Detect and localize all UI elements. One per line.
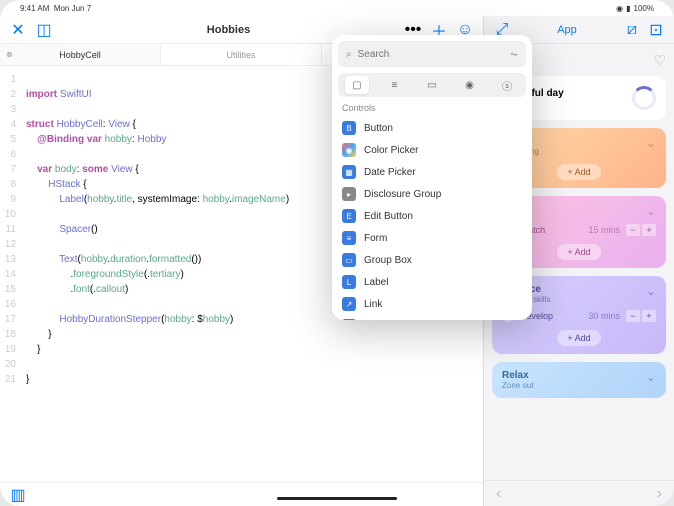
wifi-icon: ◉ bbox=[616, 4, 623, 13]
control-icon: E bbox=[342, 209, 356, 223]
settings-icon[interactable]: ⊡ bbox=[648, 22, 664, 38]
control-icon: ↗ bbox=[342, 297, 356, 311]
heart-icon[interactable]: ♡ bbox=[653, 52, 666, 68]
library-list: BButton◉Color Picker▦Date Picker▸Disclos… bbox=[332, 117, 532, 320]
home-indicator[interactable] bbox=[277, 497, 397, 500]
library-search[interactable]: ⌕ ⏦ bbox=[338, 41, 526, 67]
preview-title: App bbox=[557, 24, 577, 36]
status-bar: 9:41 AM Mon Jun 7 ◉ ▮ 100% bbox=[0, 0, 674, 16]
mic-icon[interactable]: ⏦ bbox=[510, 49, 518, 60]
add-button[interactable]: + Add bbox=[557, 164, 600, 180]
symbols-tab-icon[interactable]: ◉ bbox=[458, 76, 482, 94]
search-input[interactable] bbox=[358, 49, 504, 60]
control-icon: B bbox=[342, 121, 356, 135]
library-item[interactable]: ▭Group Box bbox=[332, 249, 532, 271]
library-section-label: Controls bbox=[332, 103, 532, 117]
document-title: Hobbies bbox=[62, 24, 395, 36]
chevron-down-icon[interactable]: ⌄ bbox=[646, 204, 656, 218]
library-item[interactable]: ▦Date Picker bbox=[332, 161, 532, 183]
add-button[interactable]: + Add bbox=[557, 244, 600, 260]
control-icon: ▦ bbox=[342, 165, 356, 179]
editor-bottom-bar: ▥ bbox=[0, 482, 483, 506]
duration-stepper[interactable]: −+ bbox=[626, 310, 656, 322]
duration-stepper[interactable]: −+ bbox=[626, 224, 656, 236]
sidebar-toggle-icon[interactable]: ◫ bbox=[36, 22, 52, 38]
library-item[interactable]: BButton bbox=[332, 117, 532, 139]
chevron-down-icon[interactable]: ⌄ bbox=[646, 284, 656, 298]
next-icon[interactable]: › bbox=[657, 485, 662, 503]
line-gutter: 123456789101112131415161718192021 bbox=[0, 66, 22, 482]
library-item[interactable]: ≡Form bbox=[332, 227, 532, 249]
console-icon[interactable]: ▥ bbox=[10, 487, 26, 503]
library-item[interactable]: LLabel bbox=[332, 271, 532, 293]
chevron-down-icon[interactable]: ⌄ bbox=[646, 370, 656, 384]
hobby-card[interactable]: RelaxZone out⌄ bbox=[492, 362, 666, 398]
views-tab-icon[interactable]: ▢ bbox=[345, 76, 369, 94]
add-button[interactable]: + Add bbox=[557, 330, 600, 346]
library-item[interactable]: ◉Color Picker bbox=[332, 139, 532, 161]
library-item[interactable]: ↗Link bbox=[332, 293, 532, 315]
library-item[interactable]: ☰List bbox=[332, 315, 532, 320]
tab-utilities[interactable]: Utilities bbox=[161, 44, 322, 65]
library-filter-tabs: ▢ ≡ ▭ ◉ ⓢ bbox=[338, 73, 526, 97]
prev-icon[interactable]: ‹ bbox=[496, 485, 501, 503]
control-icon: ☰ bbox=[342, 319, 356, 320]
library-item[interactable]: ▸Disclosure Group bbox=[332, 183, 532, 205]
modifiers-tab-icon[interactable]: ≡ bbox=[382, 76, 406, 94]
close-icon[interactable]: ✕ bbox=[10, 22, 26, 38]
library-item[interactable]: EEdit Button bbox=[332, 205, 532, 227]
control-icon: ▸ bbox=[342, 187, 356, 201]
control-icon: ≡ bbox=[342, 231, 356, 245]
chevron-down-icon[interactable]: ⌄ bbox=[646, 136, 656, 150]
colors-tab-icon[interactable]: ⓢ bbox=[495, 76, 519, 94]
chart-icon[interactable]: ⧄ bbox=[624, 22, 640, 38]
media-tab-icon[interactable]: ▭ bbox=[420, 76, 444, 94]
control-icon: L bbox=[342, 275, 356, 289]
preview-pager: ‹ › bbox=[484, 480, 674, 506]
control-icon: ◉ bbox=[342, 143, 356, 157]
tab-hobbycell[interactable]: ⊗HobbyCell bbox=[0, 44, 161, 65]
progress-ring-icon bbox=[632, 86, 656, 110]
battery-icon: ▮ bbox=[626, 4, 630, 13]
search-icon: ⌕ bbox=[346, 49, 352, 60]
close-tab-icon[interactable]: ⊗ bbox=[6, 50, 13, 59]
control-icon: ▭ bbox=[342, 253, 356, 267]
library-popover: ⌕ ⏦ ▢ ≡ ▭ ◉ ⓢ Controls BButton◉Color Pic… bbox=[332, 35, 532, 320]
